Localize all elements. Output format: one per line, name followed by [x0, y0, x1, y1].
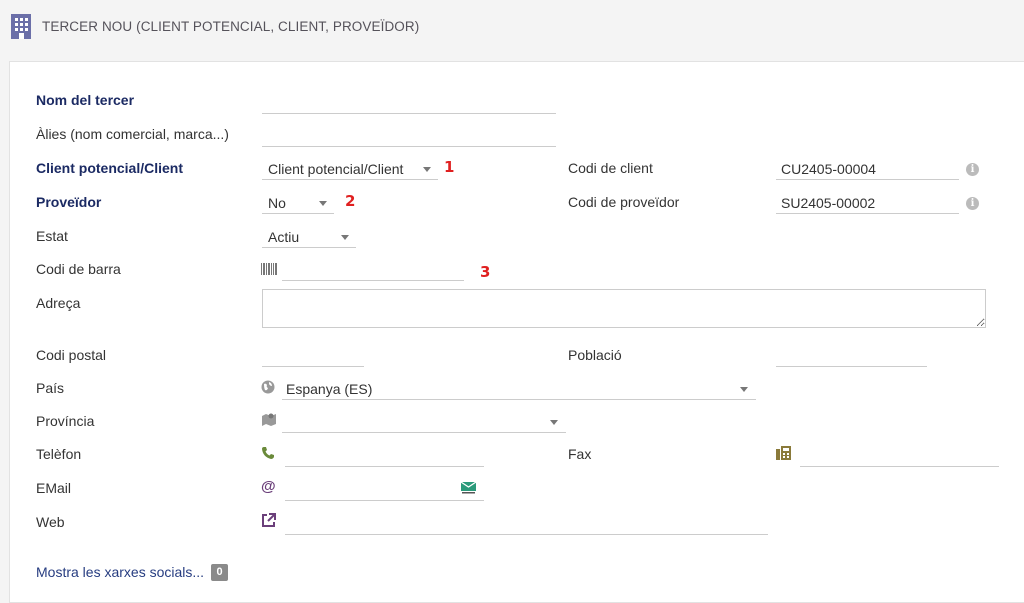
web-label: Web [36, 514, 65, 530]
mail-icon[interactable] [461, 482, 476, 494]
show-social-networks-link[interactable]: Mostra les xarxes socials... [36, 564, 204, 580]
supplier-code-input[interactable]: SU2405-00002 [776, 192, 959, 214]
fax-label: Fax [568, 446, 592, 462]
status-label: Estat [36, 228, 68, 244]
chevron-down-icon [550, 420, 558, 425]
barcode-input[interactable] [282, 259, 464, 281]
phone-label: Telèfon [36, 446, 82, 462]
building-icon [11, 14, 31, 39]
address-textarea[interactable] [262, 289, 986, 328]
barcode-icon [261, 263, 277, 275]
supplier-code-label: Codi de proveïdor [568, 194, 680, 210]
page-header: TERCER NOU (CLIENT POTENCIAL, CLIENT, PR… [0, 0, 1024, 58]
info-icon: i [966, 163, 979, 176]
zip-input[interactable] [262, 345, 364, 367]
status-select[interactable]: Actiu [262, 226, 356, 248]
chevron-down-icon [740, 387, 748, 392]
email-input[interactable] [285, 479, 484, 501]
social-count-badge: 0 [211, 564, 228, 581]
external-link-icon [262, 513, 276, 527]
marker-3: 3 [480, 263, 491, 281]
zip-label: Codi postal [36, 347, 107, 363]
province-select[interactable] [282, 411, 566, 433]
chevron-down-icon [423, 167, 431, 172]
town-input[interactable] [776, 345, 927, 367]
web-input[interactable] [285, 513, 768, 535]
chevron-down-icon [341, 235, 349, 240]
marker-1: 1 [444, 158, 455, 176]
page-title: TERCER NOU (CLIENT POTENCIAL, CLIENT, PR… [42, 19, 420, 34]
phone-icon [262, 447, 274, 459]
alias-label: Àlies (nom comercial, marca...) [36, 126, 229, 142]
client-type-select[interactable]: Client potencial/Client [262, 158, 438, 180]
customer-code-input[interactable]: CU2405-00004 [776, 158, 959, 180]
client-type-value: Client potencial/Client [268, 161, 404, 177]
supplier-value: No [268, 195, 286, 211]
country-label: País [36, 380, 65, 396]
supplier-label: Proveïdor [36, 194, 102, 210]
address-label: Adreça [36, 295, 81, 311]
client-type-label: Client potencial/Client [36, 160, 184, 176]
country-value: Espanya (ES) [286, 381, 373, 397]
country-select[interactable]: Espanya (ES) [282, 378, 756, 400]
town-label: Població [568, 347, 622, 363]
fax-icon [776, 446, 791, 460]
customer-code-label: Codi de client [568, 160, 653, 176]
globe-icon [261, 380, 275, 394]
province-label: Província [36, 413, 95, 429]
name-label: Nom del tercer [36, 92, 135, 108]
barcode-label: Codi de barra [36, 261, 121, 277]
phone-input[interactable] [285, 445, 484, 467]
at-sign-icon: @ [261, 478, 276, 495]
info-icon: i [966, 197, 979, 210]
name-input[interactable] [262, 92, 556, 114]
email-label: EMail [36, 480, 72, 496]
supplier-select[interactable]: No [262, 192, 334, 214]
marker-2: 2 [345, 192, 356, 210]
map-icon [262, 413, 276, 426]
fax-input[interactable] [800, 445, 999, 467]
chevron-down-icon [319, 201, 327, 206]
alias-input[interactable] [262, 125, 556, 147]
status-value: Actiu [268, 229, 300, 245]
